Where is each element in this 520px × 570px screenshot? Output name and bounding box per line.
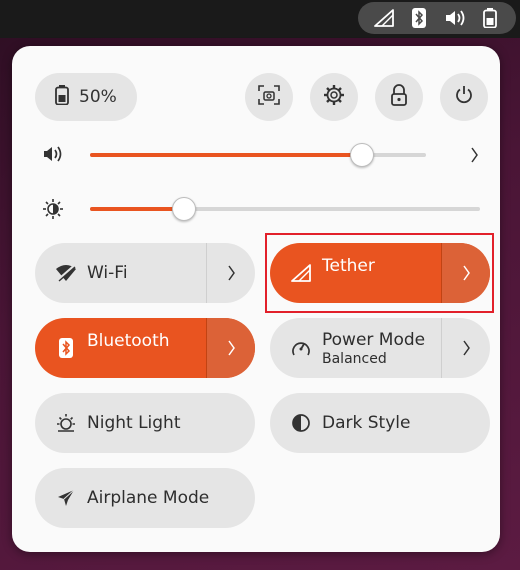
wifi-off-icon (55, 262, 77, 284)
power-mode-tile[interactable]: Power Mode Balanced (270, 318, 490, 378)
bluetooth-label: Bluetooth (87, 331, 170, 351)
wifi-label: Wi-Fi (87, 263, 128, 283)
brightness-slider[interactable] (90, 197, 480, 221)
screenshot-icon (258, 85, 280, 109)
bluetooth-tile[interactable]: Bluetooth (35, 318, 255, 378)
top-bar (0, 0, 520, 38)
bluetooth-menu-button[interactable] (207, 318, 255, 378)
airplane-mode-tile[interactable]: Airplane Mode (35, 468, 255, 528)
volume-slider[interactable] (90, 143, 426, 167)
wifi-tile[interactable]: Wi-Fi (35, 243, 255, 303)
lock-button[interactable] (375, 73, 423, 121)
night-light-tile[interactable]: Night Light (35, 393, 255, 453)
chevron-right-icon (228, 340, 235, 356)
lock-icon (390, 84, 408, 110)
system-tray[interactable] (358, 2, 516, 34)
tether-highlight-box (265, 233, 494, 313)
airplane-icon (55, 487, 77, 509)
gear-icon (323, 84, 345, 110)
battery-status-button[interactable]: 50% (35, 73, 137, 121)
power-mode-value: Balanced (322, 350, 387, 367)
volume-slider-handle[interactable] (350, 143, 374, 167)
night-light-toggle[interactable]: Night Light (35, 393, 181, 453)
airplane-mode-toggle[interactable]: Airplane Mode (35, 468, 209, 528)
signal-icon (373, 7, 395, 29)
volume-slider-row (42, 140, 492, 170)
bluetooth-toggle[interactable]: Bluetooth (35, 318, 170, 378)
wifi-toggle[interactable]: Wi-Fi (35, 243, 128, 303)
dark-style-tile[interactable]: Dark Style (270, 393, 490, 453)
volume-output-menu-button[interactable] (467, 146, 481, 164)
power-mode-label: Power Mode (322, 329, 426, 350)
bluetooth-icon (408, 7, 430, 29)
night-light-icon (55, 412, 77, 434)
settings-button[interactable] (310, 73, 358, 121)
volume-icon (444, 7, 466, 29)
brightness-slider-fill (90, 207, 184, 211)
power-mode-menu-button[interactable] (442, 318, 490, 378)
dark-style-toggle[interactable]: Dark Style (270, 393, 410, 453)
brightness-icon (42, 198, 64, 220)
chevron-right-icon (228, 265, 235, 281)
battery-icon (479, 7, 501, 29)
dark-style-label: Dark Style (322, 413, 411, 433)
screenshot-button[interactable] (245, 73, 293, 121)
power-mode-toggle[interactable]: Power Mode Balanced (270, 318, 425, 378)
bluetooth-icon (55, 337, 77, 359)
volume-icon (42, 144, 64, 166)
wifi-menu-button[interactable] (207, 243, 255, 303)
speedometer-icon (290, 337, 312, 359)
brightness-slider-row (42, 194, 492, 224)
volume-slider-fill (90, 153, 362, 157)
brightness-slider-handle[interactable] (172, 197, 196, 221)
power-icon (454, 85, 474, 109)
night-light-label: Night Light (87, 413, 181, 433)
battery-icon (55, 85, 69, 109)
battery-percentage: 50% (79, 87, 117, 107)
power-button[interactable] (440, 73, 488, 121)
dark-style-icon (290, 412, 312, 434)
chevron-right-icon (463, 340, 470, 356)
airplane-mode-label: Airplane Mode (87, 488, 210, 508)
